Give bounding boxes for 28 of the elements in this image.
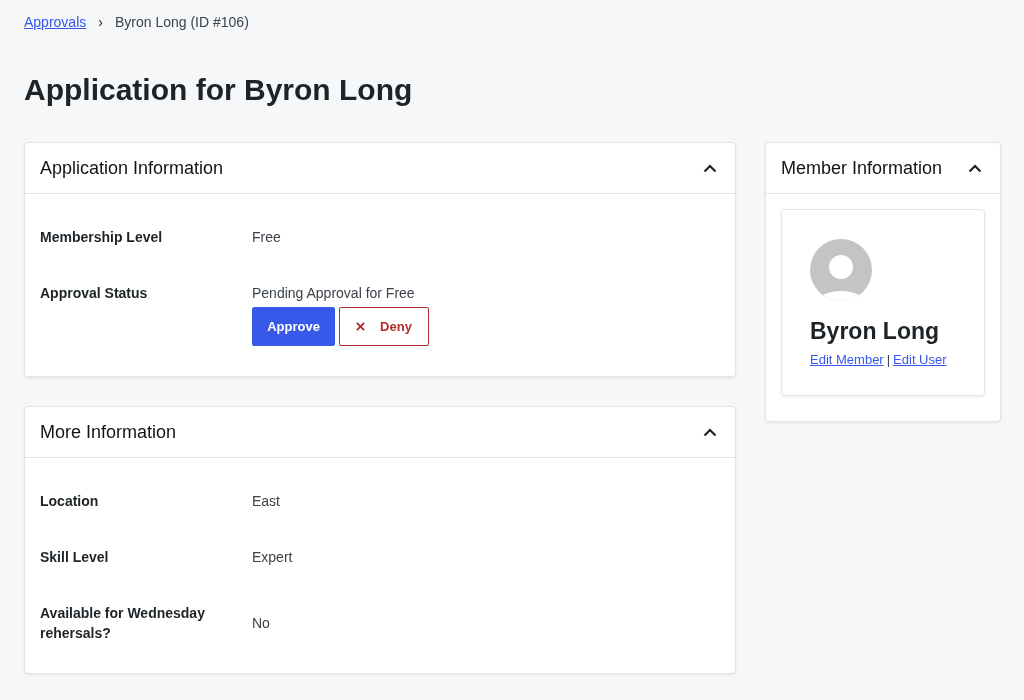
field-label: Available for Wednesday rehersals? [40,605,205,641]
breadcrumb-link[interactable]: Approvals [24,12,87,32]
field-value: Pending Approval for Free [252,284,415,303]
deny-button[interactable]: Deny [339,307,429,346]
avatar-silhouette-icon [810,239,872,301]
breadcrumb-separator: › [98,13,103,32]
page-title: Application for Byron Long [24,72,413,108]
field-label: Skill Level [40,549,109,565]
field-value: Expert [252,548,293,567]
field-value: No [252,614,270,633]
panel-title: Member Information [781,157,943,180]
edit-link[interactable]: Edit User [893,351,947,369]
field-label: Approval Status [40,285,148,301]
field-value: East [252,492,280,511]
chevron-up-icon[interactable] [703,163,717,173]
edit-link[interactable]: Edit Member [810,351,884,369]
field-value: Free [252,228,281,247]
approve-button[interactable]: Approve [252,307,335,346]
chevron-up-icon[interactable] [968,163,982,173]
field-label: Membership Level [40,229,163,245]
cross-icon [356,322,366,331]
link-separator: | [886,351,891,369]
panel-title: Application Information [40,157,224,180]
chevron-up-icon[interactable] [703,427,717,437]
member-name: Byron Long [810,317,941,346]
field-label: Location [40,493,99,509]
panel-title: More Information [40,421,177,444]
breadcrumb-current: Byron Long (ID #106) [114,13,249,32]
